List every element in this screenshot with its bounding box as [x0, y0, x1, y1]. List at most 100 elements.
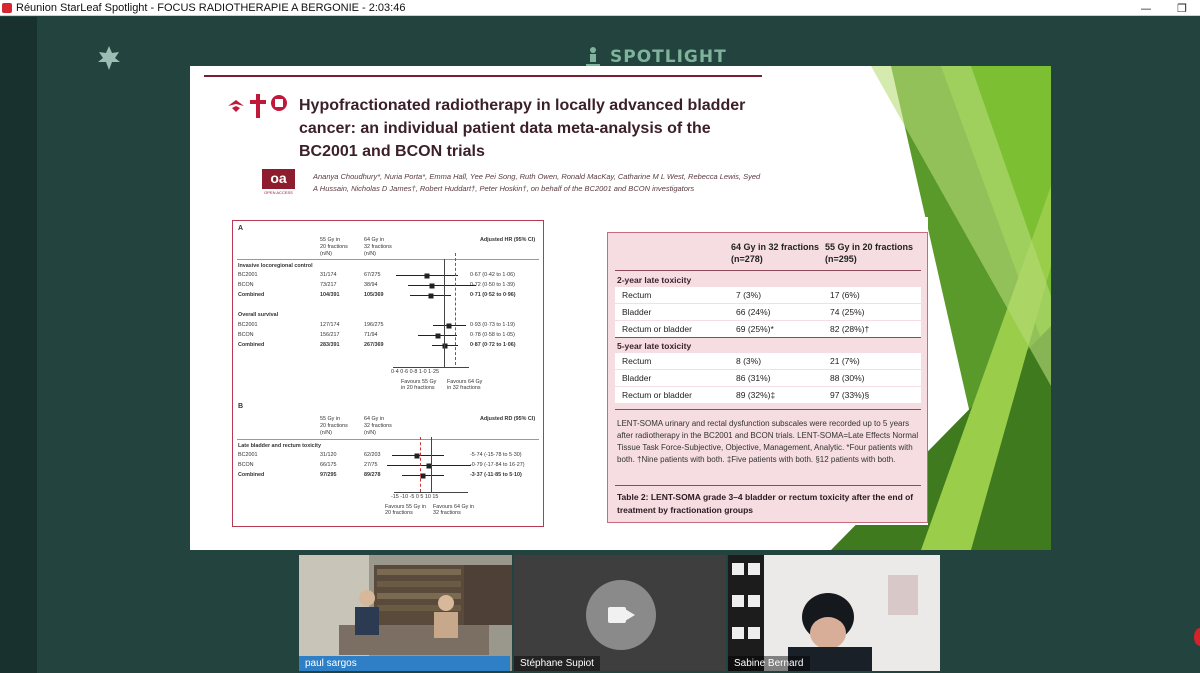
camera-off-indicator	[586, 580, 656, 650]
lancet-logo-icon	[228, 100, 244, 112]
row-estimate: -0·79 (-17·84 to 16·27)	[470, 462, 525, 468]
participant-tile[interactable]: paul sargos	[299, 555, 512, 671]
point-estimate	[429, 283, 435, 288]
row-label: BC2001	[238, 272, 258, 278]
row-label: BCON	[238, 332, 254, 338]
col1-header: 20 fractions	[320, 244, 348, 250]
favours-right: Favours 64 Gy in 32 fractions	[433, 504, 475, 516]
starleaf-app-icon	[2, 2, 12, 13]
table-cell-a: 89 (32%)‡	[736, 390, 776, 400]
table-col2-header: 55 Gy in 20 fractions	[825, 242, 914, 252]
section-label: Invasive locoregional control	[238, 263, 313, 269]
participant-name: paul sargos	[299, 656, 510, 671]
point-estimate	[428, 293, 434, 298]
row-label: Combined	[238, 342, 265, 348]
header-rule	[237, 259, 539, 260]
table-row-label: Rectum	[622, 290, 652, 300]
restore-button[interactable]: ❐	[1164, 0, 1200, 16]
minimize-button[interactable]: —	[1128, 0, 1164, 16]
table-col1-header: (n=278)	[731, 254, 763, 264]
col2-header: (n/N)	[364, 430, 376, 436]
table-section: 2-year late toxicity	[617, 275, 692, 285]
col1-header: (n/N)	[320, 251, 332, 257]
table-rule	[615, 337, 921, 338]
table-row	[615, 353, 921, 369]
row-n1: 127/174	[320, 322, 340, 328]
axis-b-ticks: -15 -10 -5 0 5 10 15	[391, 494, 439, 500]
table-caption: Table 2: LENT-SOMA grade 3–4 bladder or …	[617, 492, 914, 515]
col1-header: (n/N)	[320, 430, 332, 436]
axis-a-ticks: 0·4 0·6 0·8 1·0 1·25	[391, 369, 439, 375]
record-indicator	[1194, 628, 1200, 646]
shared-slide: Hypofractionated radiotherapy in locally…	[190, 66, 1051, 550]
cross-icon	[250, 94, 266, 118]
spotlight-person-icon	[586, 47, 600, 66]
journal-logos	[226, 94, 288, 118]
col2-header: 64 Gy in	[364, 237, 385, 243]
section-label: Late bladder and rectum toxicity	[238, 443, 321, 449]
window-title: Réunion StarLeaf Spotlight - FOCUS RADIO…	[16, 1, 406, 14]
table-cell-b: 21 (7%)	[830, 356, 860, 366]
starleaf-logo-icon	[98, 46, 120, 70]
row-estimate: 0·93 (0·73 to 1·19)	[470, 322, 515, 328]
row-n2: 105/369	[364, 292, 384, 298]
table-cell-b: 82 (28%)†	[830, 324, 870, 334]
left-sidebar	[0, 17, 37, 673]
video-camera-lens-icon	[625, 609, 635, 621]
participant-name: Stéphane Supiot	[514, 656, 600, 671]
favours-left: Favours 55 Gy in 20 fractions	[401, 379, 437, 391]
row-label: BCON	[238, 282, 254, 288]
col1-header: 20 fractions	[320, 423, 348, 429]
axis-a	[393, 367, 469, 368]
point-estimate	[435, 333, 441, 338]
row-label: Combined	[238, 292, 265, 298]
header-rule	[237, 439, 539, 440]
table-cell-a: 86 (31%)	[736, 373, 771, 383]
window-titlebar: Réunion StarLeaf Spotlight - FOCUS RADIO…	[0, 0, 1200, 16]
table-row-label: Rectum	[622, 356, 652, 366]
table-cell-a: 7 (3%)	[736, 290, 762, 300]
row-estimate: 0·67 (0·42 to 1·06)	[470, 272, 515, 278]
col1-header: 55 Gy in	[320, 416, 341, 422]
paper-authors: Ananya Choudhury*, Nuria Porta*, Emma Ha…	[313, 172, 761, 193]
row-n2: 27/75	[364, 462, 378, 468]
table-row-label: Bladder	[622, 307, 652, 317]
open-access-badge: oa	[262, 169, 295, 189]
row-n1: 73/217	[320, 282, 337, 288]
point-estimate	[414, 453, 420, 458]
point-estimate	[424, 273, 430, 278]
forest-plot: A 55 Gy in 20 fractions (n/N) 64 Gy in 3…	[232, 220, 544, 527]
table-background: 64 Gy in 32 fractions (n=278) 55 Gy in 2…	[607, 232, 928, 523]
row-label: BCON	[238, 462, 254, 468]
video-camera-icon	[608, 607, 626, 623]
row-n1: 31/174	[320, 272, 337, 278]
row-n2: 38/94	[364, 282, 378, 288]
row-estimate: -5·74 (-15·78 to 5·30)	[470, 452, 522, 458]
ci-line	[407, 285, 477, 286]
table-col2-header: (n=295)	[825, 254, 857, 264]
row-n2: 62/203	[364, 452, 381, 458]
row-estimate: 0·72 (0·50 to 1·39)	[470, 282, 515, 288]
row-n2: 67/275	[364, 272, 381, 278]
toxicity-table: 64 Gy in 32 fractions (n=278) 55 Gy in 2…	[605, 217, 928, 525]
row-n1: 66/175	[320, 462, 337, 468]
window-controls: — ❐	[1128, 0, 1200, 16]
row-n2: 196/275	[364, 322, 384, 328]
favours-left: Favours 55 Gy in 20 fractions	[385, 504, 427, 516]
participant-tile[interactable]: Sabine Bernard	[728, 555, 940, 671]
col2-header: 32 fractions	[364, 423, 392, 429]
table-cell-a: 69 (25%)*	[736, 324, 774, 334]
table-cell-a: 66 (24%)	[736, 307, 771, 317]
pooled-line	[455, 253, 456, 365]
table-rule	[615, 270, 921, 271]
participant-tile[interactable]: Stéphane Supiot	[514, 555, 726, 671]
panel-a-label: A	[238, 225, 244, 232]
paper-title: Hypofractionated radiotherapy in locally…	[299, 97, 746, 160]
panel-b-label: B	[238, 403, 244, 410]
table-footnote: LENT-SOMA urinary and rectal dysfunction…	[617, 419, 919, 464]
table-row-label: Rectum or bladder	[622, 390, 692, 400]
table-row-label: Rectum or bladder	[622, 324, 692, 334]
table-row	[615, 287, 921, 303]
table-rule	[615, 485, 921, 486]
table-cell-a: 8 (3%)	[736, 356, 762, 366]
